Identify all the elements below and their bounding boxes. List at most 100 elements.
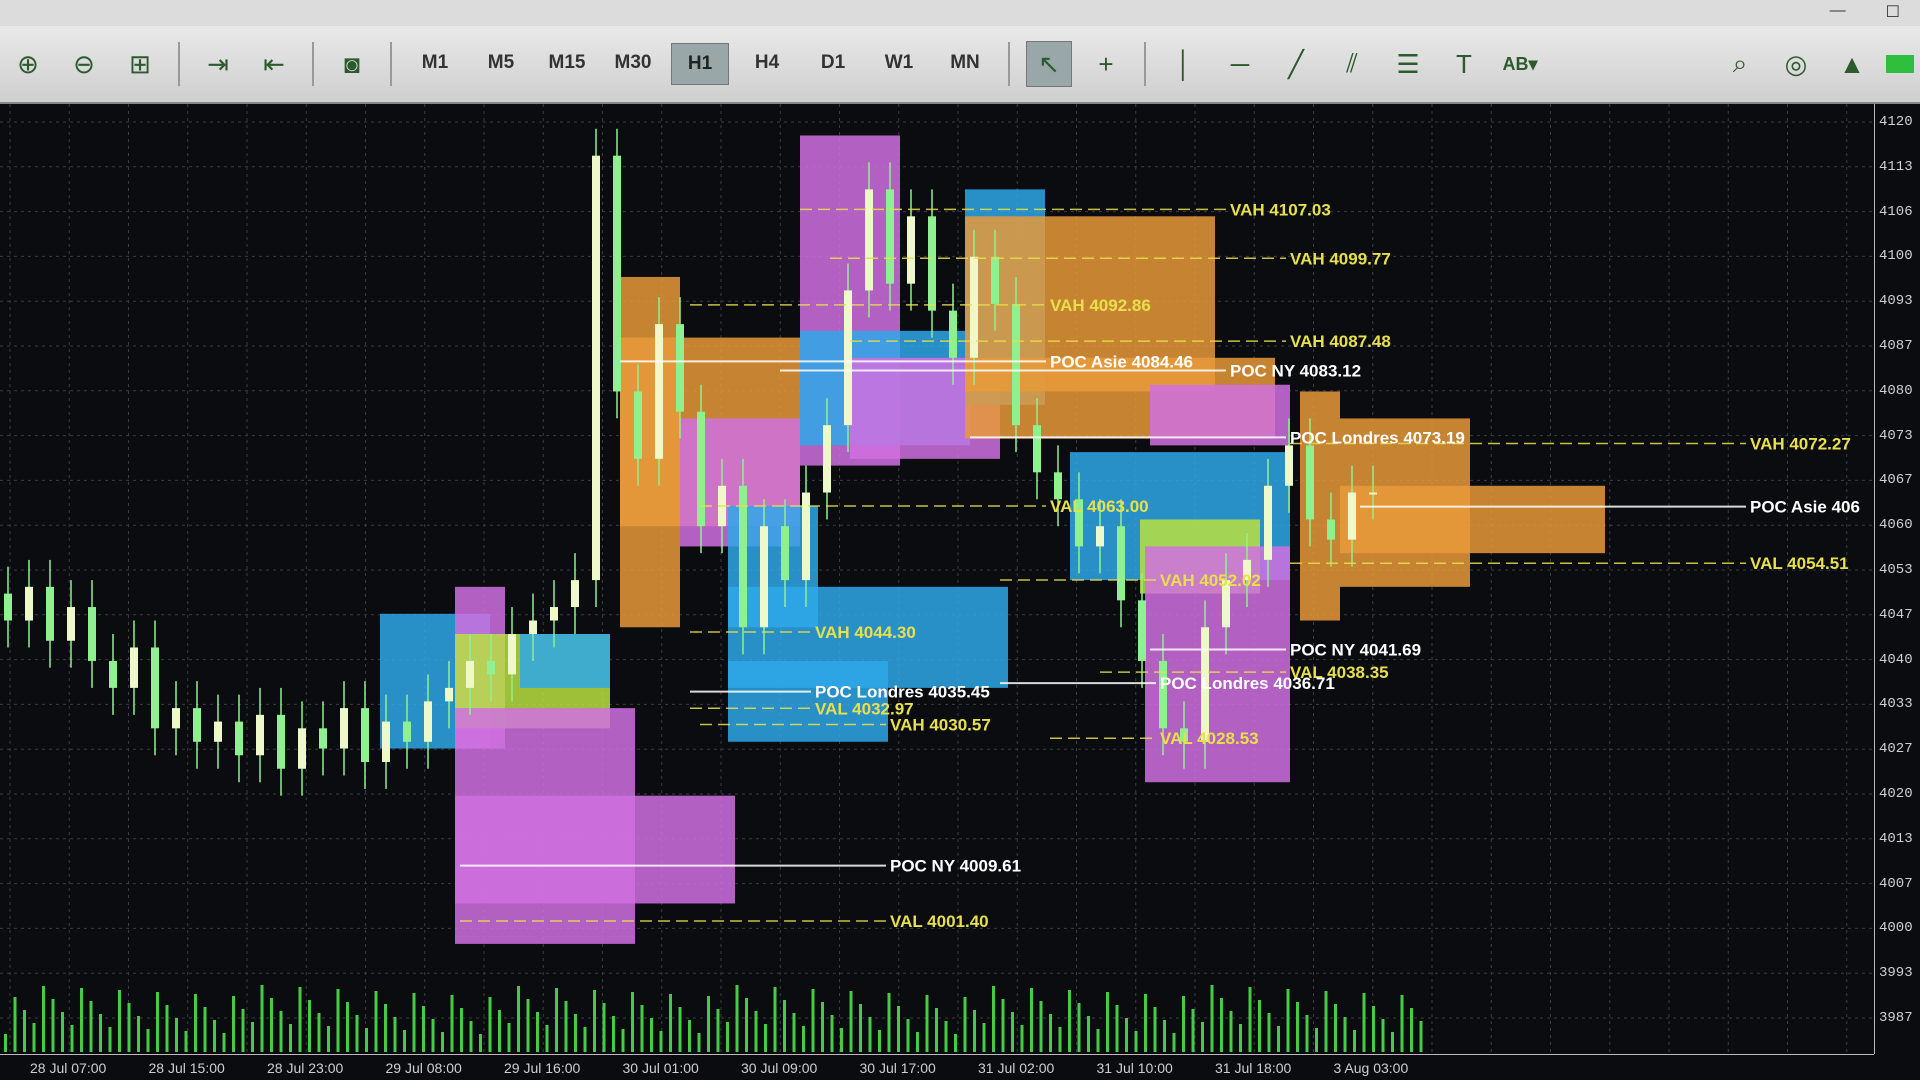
volume-bar [1020,1025,1024,1052]
volume-bar [1334,1004,1337,1052]
timeframe-mn-button[interactable]: MN [937,43,993,83]
time-tick-label: 30 Jul 01:00 [622,1060,699,1076]
toolbar-separator [178,42,180,86]
price-tick-label: 3993 [1879,965,1913,982]
volume-bar [336,989,340,1052]
timeframe-m1-button[interactable]: M1 [407,43,463,83]
volume-bar [1106,992,1109,1052]
horizontal-line-icon[interactable]: ─ [1218,42,1262,86]
candle-body [634,391,642,459]
volume-bar [203,1007,207,1052]
maximize-icon[interactable]: ☐ [1886,2,1900,22]
volume-bar [108,1027,112,1052]
price-tick-label: 4020 [1879,786,1913,802]
candle-body [970,256,978,358]
candle-body [655,324,663,459]
volume-bar [840,1028,843,1052]
candle-body [46,586,54,641]
grid-icon[interactable]: ⊞ [118,42,162,86]
volume-bar [51,999,55,1052]
volume-bar [621,1029,625,1052]
volume-bar [1011,1012,1014,1052]
level-label: VAH 4087.48 [1290,332,1391,351]
candle-body [1096,526,1104,547]
volume-bar [1229,1011,1233,1052]
text-icon[interactable]: T [1442,42,1486,86]
volume-bar [1391,1032,1394,1052]
chart-shift-icon[interactable]: ⇤ [252,42,296,86]
price-tick-label: 4113 [1879,158,1913,175]
volume-bar [61,1012,64,1052]
volume-bar [1381,1019,1385,1052]
autoscroll-icon[interactable]: ⇥ [196,42,240,86]
channel-icon[interactable]: ⫽ [1330,42,1374,86]
timeframe-m30-button[interactable]: M30 [605,43,661,83]
search-icon[interactable]: ⌕ [1718,42,1762,86]
volume-bar [1353,1030,1356,1052]
price-chart[interactable]: VAH 4107.03 VAH 4099.77 VAH 4092.86 VAH 408… [0,104,1874,1054]
signal-icon[interactable]: ▲ [1830,42,1874,86]
volume-bar [431,1019,435,1052]
chart-toolbar: ⊕ ⊖ ⊞ ⇥ ⇤ ◙ M1 M5 M15 M30 H1 H4 D1 W1 MN ↖ + │ ─… [0,26,1920,104]
volume-bar [602,1003,606,1052]
price-tick-label: 4007 [1879,875,1913,892]
vertical-line-icon[interactable]: │ [1162,42,1206,86]
candle-body [466,660,474,688]
price-axis: 4120 4113 4106 4100 4093 4087 4080 4073 4067 4060… [1874,104,1920,1054]
candle-body [529,620,537,634]
candle-body [949,310,957,358]
timeframe-w1-button[interactable]: W1 [871,43,927,83]
candle-body [1285,445,1293,486]
volume-bar [830,1015,834,1052]
cursor-icon[interactable]: ↖ [1026,41,1072,87]
timeframe-h4-button[interactable]: H4 [739,43,795,83]
crosshair-icon[interactable]: + [1084,42,1128,86]
price-tick-label: 4120 [1879,114,1913,130]
candle-body [277,714,285,769]
volume-bar [70,1025,74,1052]
candle-body [172,708,180,729]
candle-body [991,256,999,304]
candle-body [1327,519,1335,540]
volume-bar [1163,1020,1166,1052]
trendline-icon[interactable]: ╱ [1274,42,1318,86]
volume-bar [1096,1029,1100,1052]
volume-bar [393,1017,397,1052]
timeframe-d1-button[interactable]: D1 [805,43,861,83]
candle-body [676,324,684,412]
volume-bar [146,1029,150,1052]
minimize-icon[interactable]: — [1830,2,1846,22]
volume-bar [13,997,17,1052]
volume-bar [346,1002,349,1052]
volume-bar [517,986,520,1052]
price-tick-label: 4073 [1879,427,1913,444]
shapes-icon[interactable]: AB ▾ [1498,42,1542,86]
zoom-out-icon[interactable]: ⊖ [62,42,106,86]
volume-bar [1267,1013,1271,1052]
timeframe-h1-button[interactable]: H1 [671,43,729,85]
candle-body [550,607,558,621]
candle-body [613,155,621,392]
candle-body [697,411,705,527]
profile-icon[interactable]: ◎ [1774,42,1818,86]
candle-body [340,708,348,749]
zoom-in-icon[interactable]: ⊕ [6,42,50,86]
candle-body [1159,660,1167,729]
timeframe-m5-button[interactable]: M5 [473,43,529,83]
candle-body [1138,600,1146,661]
candle-body [403,721,411,742]
volume-bar [1362,993,1366,1052]
price-tick-label: 3987 [1879,1010,1913,1026]
volume-bar [669,994,672,1052]
volume-bar [925,995,929,1052]
volume-bar [697,1033,701,1052]
volume-bar [1115,1005,1119,1052]
level-label: POC Asie 406 [1750,498,1860,517]
price-tick-label: 4033 [1879,696,1913,713]
volume-bar [42,986,45,1052]
candle-body [592,155,600,581]
candle-body [109,660,117,688]
screenshot-icon[interactable]: ◙ [330,42,374,86]
fibonacci-icon[interactable]: ☰ [1386,42,1430,86]
timeframe-m15-button[interactable]: M15 [539,43,595,83]
